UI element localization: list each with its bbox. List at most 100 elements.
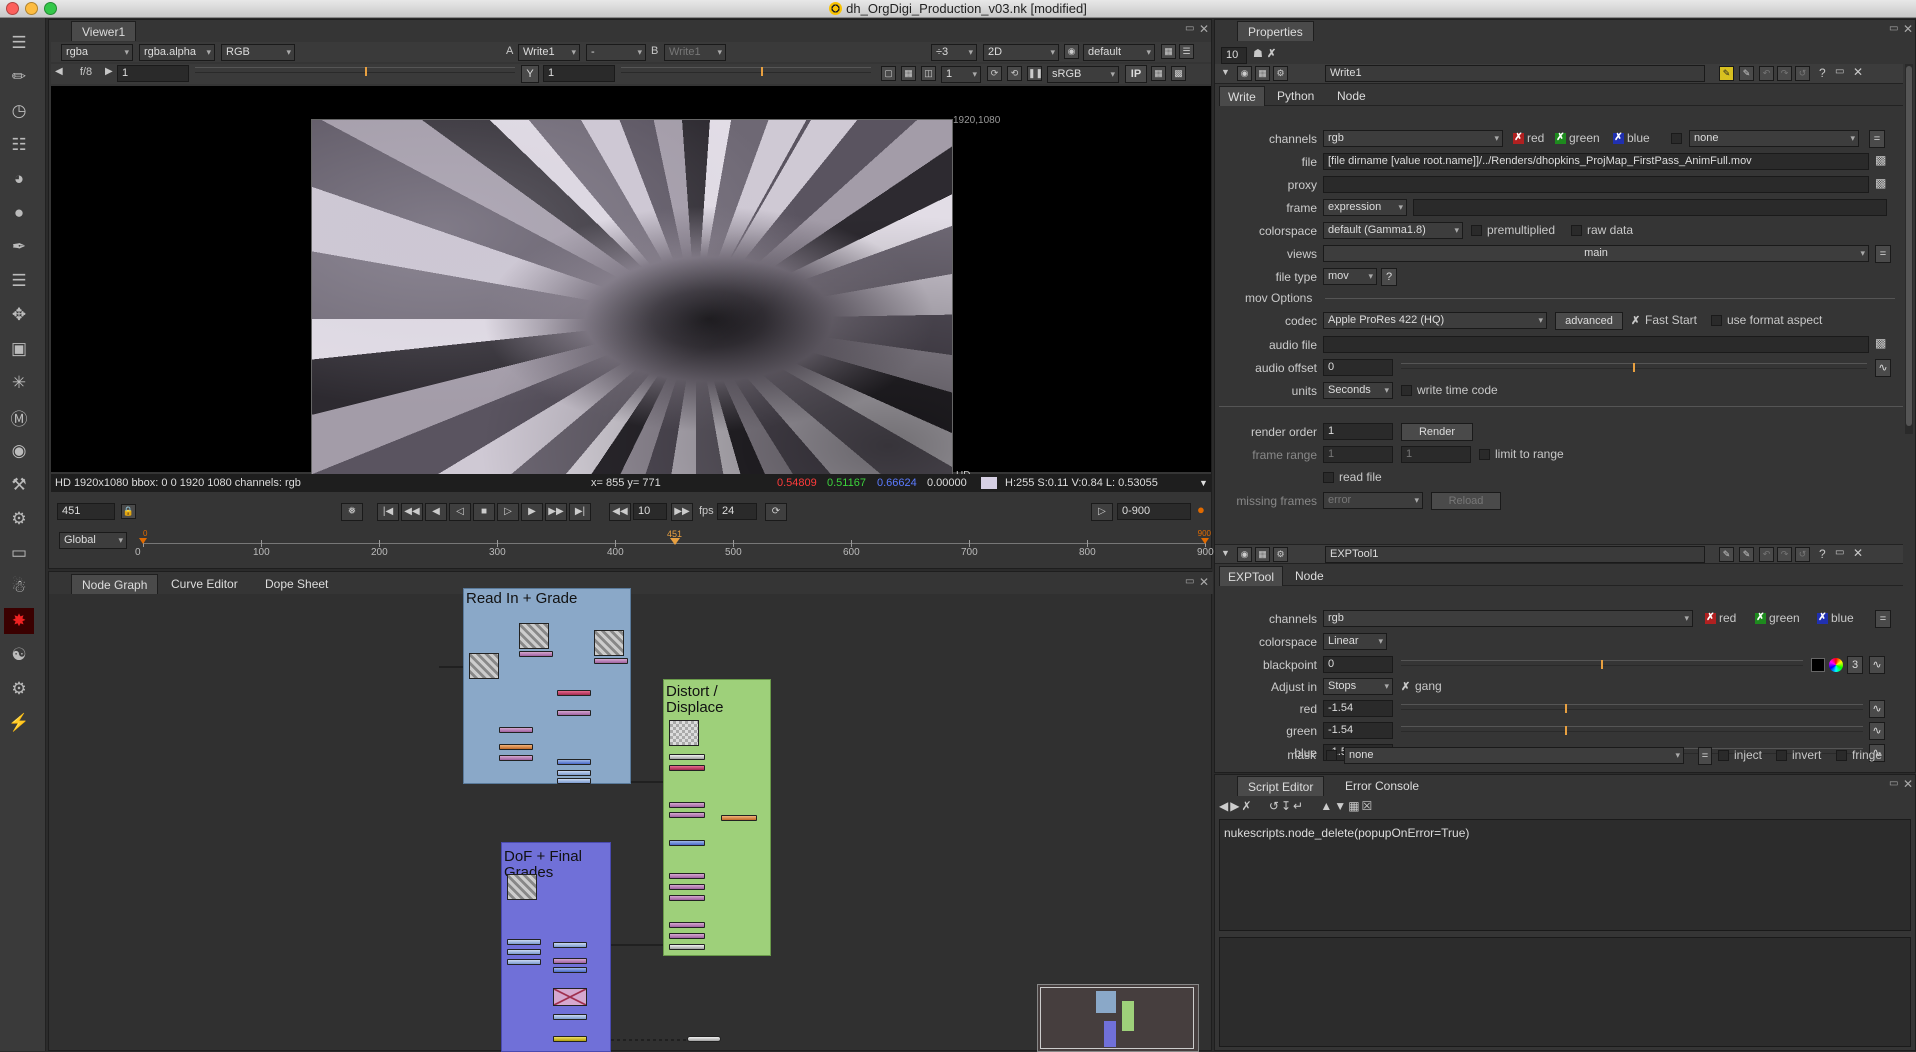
properties-scrollbar[interactable] [1905,64,1913,434]
timeline-bar[interactable]: 0 100 200 300 400 500 600 700 800 900 0 451 900 [135,529,1214,560]
composite-op-dropdown[interactable]: - [586,44,646,61]
proxy-icon[interactable]: ◫ [921,66,936,81]
audio-file-input[interactable] [1323,336,1869,353]
exptool-channels-dropdown[interactable]: rgb [1323,610,1693,627]
max-panels-input[interactable]: 10 [1221,47,1247,64]
other-icon[interactable]: ▭ [4,540,34,566]
deep-icon[interactable]: Ⓜ [4,404,34,430]
tab-python[interactable]: Python [1267,86,1324,106]
channels-menu-button[interactable]: = [1869,130,1885,148]
noise-node[interactable] [669,754,705,760]
render-order-input[interactable]: 1 [1323,423,1393,440]
transform-icon[interactable]: ✥ [4,302,34,328]
merge-node[interactable] [557,690,591,696]
blackpoint-curve-button[interactable]: ∿ [1869,656,1885,674]
gl-color-icon[interactable]: ✎ [1739,547,1754,562]
flipbook-icon[interactable]: ● [1197,502,1205,517]
views-menu-button[interactable]: = [1875,245,1891,263]
node-color-icon[interactable]: ✎ [1719,66,1734,81]
audio-offset-slider[interactable] [1401,363,1867,377]
dot-node[interactable] [557,770,591,776]
range-lock-icon[interactable]: ▷ [1091,503,1113,521]
prev-keyframe-icon[interactable]: ◀◀ [401,503,423,521]
revert-icon[interactable]: ↺ [1795,66,1810,81]
audio-browse-icon[interactable]: ▩ [1875,336,1886,350]
float-panel-icon[interactable]: ▭ [1889,778,1898,789]
grade-node[interactable] [669,812,705,818]
display-channel-dropdown[interactable]: RGB [221,44,295,61]
undo-icon[interactable]: ↶ [1759,66,1774,81]
dot-node[interactable] [507,949,541,955]
invert-checkbox[interactable] [1776,750,1787,761]
redo-icon[interactable]: ↷ [1777,66,1792,81]
frame-range-start-input[interactable]: 1 [1323,446,1393,463]
play-forward-icon[interactable]: ▷ [497,503,519,521]
read-node[interactable] [594,630,624,656]
tab-node[interactable]: Node [1327,86,1376,106]
step-back-icon[interactable]: ◀◀ [609,503,631,521]
merge-node[interactable] [557,759,591,765]
current-frame-input[interactable]: 451 [57,503,115,520]
backdrop-read-grade[interactable]: Read In + Grade [463,588,631,784]
channels-dropdown[interactable]: rgba [61,44,133,61]
gang-checkbox[interactable]: ✗ [1401,680,1410,693]
grade-node[interactable] [499,755,533,761]
grade-node[interactable] [669,873,705,879]
dot-node[interactable] [557,778,591,784]
merge-node[interactable] [553,967,587,973]
gain-input[interactable]: 1 [117,65,189,82]
node-color-icon[interactable]: ✎ [1719,547,1734,562]
view-mode-dropdown[interactable]: 2D [983,44,1059,61]
grade-node[interactable] [519,651,553,657]
use-format-aspect-checkbox[interactable] [1711,315,1722,326]
blackpoint-input[interactable]: 0 [1323,656,1393,673]
proxy-input[interactable] [1323,176,1869,193]
fps-input[interactable]: 24 [717,503,757,520]
float-icon[interactable]: ▭ [1835,66,1844,77]
red-channel-checkbox[interactable]: ✗ [1705,613,1716,624]
frame-step-input[interactable]: 10 [633,503,667,520]
green-exposure-slider[interactable] [1401,726,1863,740]
redo-icon[interactable]: ↷ [1777,547,1792,562]
collapse-icon[interactable]: ▼ [1221,548,1230,558]
fstop-label[interactable]: f/8 [67,66,105,82]
next-frame-icon[interactable]: ▶ [521,503,543,521]
run-selected-icon[interactable]: ▼ [1334,799,1348,813]
close-node-icon[interactable]: ✕ [1853,546,1863,560]
merge-node[interactable] [669,840,705,846]
run-script-icon[interactable]: ▲ [1320,799,1334,813]
codec-dropdown[interactable]: Apple ProRes 422 (HQ) [1323,312,1547,329]
blue-channel-checkbox[interactable]: ✗ [1613,133,1624,144]
tab-script-editor[interactable]: Script Editor [1237,776,1325,796]
defocus-node[interactable] [553,942,587,948]
file-type-help-button[interactable]: ? [1381,268,1397,286]
viewer-image[interactable] [311,119,953,483]
file-browse-icon[interactable]: ▩ [1875,153,1886,167]
pin-panels-icon[interactable]: ☗ [1253,47,1263,60]
update-icon[interactable]: ⟲ [1007,66,1022,81]
frame-expression-input[interactable] [1413,199,1887,216]
dot-node[interactable] [507,939,541,945]
lock-icon[interactable]: 🔒 [121,504,136,519]
clock-icon[interactable]: ◷ [4,98,34,124]
gamma-slider[interactable] [621,67,871,81]
mask-dropdown[interactable]: none [1344,747,1684,764]
3d-cube-icon[interactable]: ▣ [4,336,34,362]
proxy-dropdown[interactable]: 1 [941,66,981,83]
menu-icon[interactable]: ☰ [4,30,34,56]
grade-node[interactable] [669,895,705,901]
lut-dropdown[interactable]: default [1083,44,1155,61]
mask-menu-button[interactable]: = [1698,747,1712,765]
close-panel-icon[interactable]: ✕ [1199,22,1209,36]
premultiplied-checkbox[interactable] [1471,225,1482,236]
close-output-icon[interactable]: ☒ [1362,799,1375,813]
close-window-icon[interactable] [6,2,19,15]
red-curve-button[interactable]: ∿ [1869,700,1885,718]
gamma-toggle[interactable]: Y [521,65,539,83]
region-icon[interactable]: ▢ [881,66,896,81]
help-icon[interactable]: ? [1819,66,1826,80]
circle-filter-icon[interactable]: ● [4,200,34,226]
views-dropdown[interactable]: main [1323,245,1869,262]
node-graph-navigator[interactable] [1037,984,1199,1052]
float-node-icon[interactable]: ▦ [1255,547,1270,562]
